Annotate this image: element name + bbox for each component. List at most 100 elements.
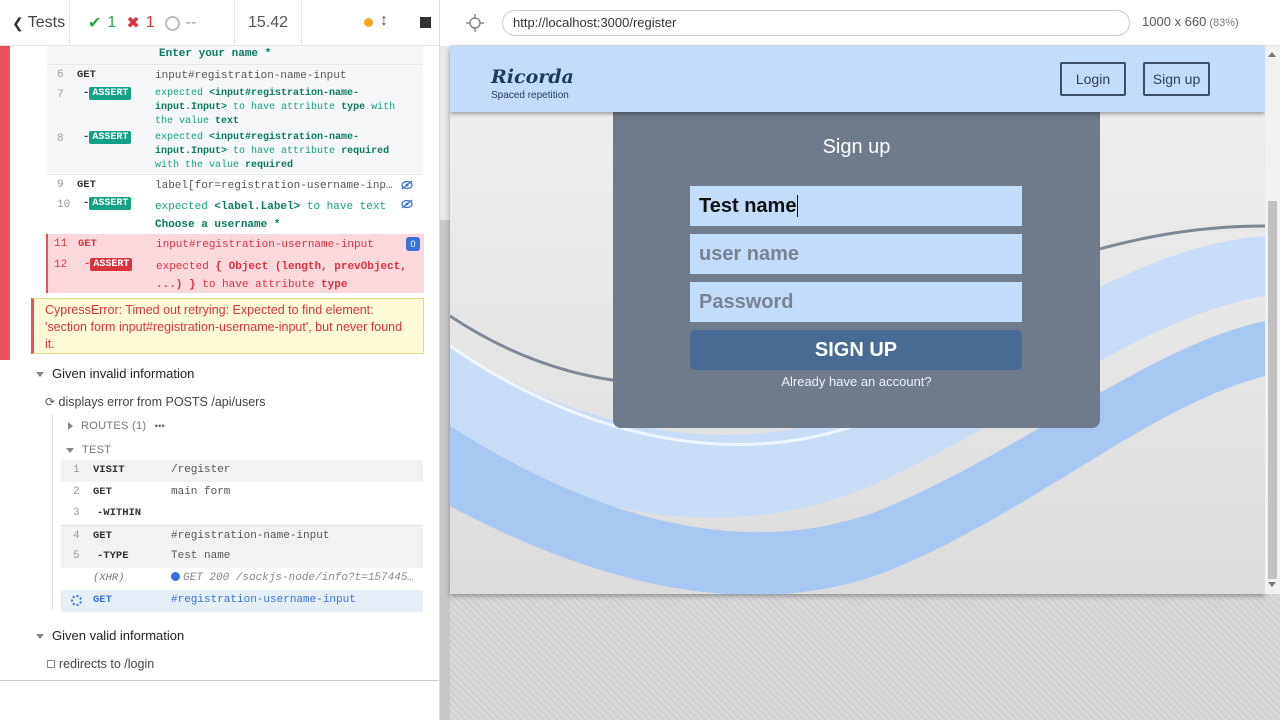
command-row[interactable]: 1 VISIT /register <box>61 460 423 482</box>
command-row[interactable]: 8 - ASSERT expected <input#registration-n… <box>47 129 423 173</box>
command-row[interactable]: 4 GET #registration-name-input <box>61 525 423 547</box>
login-button[interactable]: Login <box>1060 62 1126 96</box>
test-title: redirects to /login <box>59 657 155 671</box>
aut-header: http://localhost:3000/register 1000 x 66… <box>450 0 1280 46</box>
label-text: Enter your name * <box>159 48 272 60</box>
failed-count: 1 <box>145 14 155 31</box>
viewport-size[interactable]: 1000 x 660 (83%) <box>1142 14 1239 29</box>
command-row[interactable]: (XHR) GET 200 /sockjs-node/info?t=157445… <box>61 568 423 590</box>
assert-badge: ASSERT <box>90 258 133 271</box>
msg-part: to have attribute <box>233 146 336 157</box>
stats: ✔ 1 ✖ 1 -- <box>70 0 234 46</box>
signup-card: Sign up Test name user name Password SIG… <box>613 112 1100 428</box>
scroll-arrows-icon[interactable]: ↕ <box>380 12 388 30</box>
command-number: 8 <box>57 133 64 145</box>
command-message: input#registration-name-input <box>155 70 347 82</box>
command-name: GET <box>78 238 97 250</box>
app-logo[interactable]: Ricorda <box>491 66 574 88</box>
name-input[interactable]: Test name <box>690 186 1022 226</box>
command-row[interactable]: 3 -WITHIN <box>61 503 423 525</box>
command-row[interactable]: 6 GET input#registration-name-input <box>47 64 423 85</box>
command-row[interactable]: 9 GET label[for=registration-username-in… <box>47 174 423 194</box>
refresh-icon: ⟳ <box>45 395 56 409</box>
test-pending[interactable]: redirects to /login <box>47 657 154 671</box>
command-row[interactable]: 10 - ASSERT expected <label.Label> to hav… <box>47 194 423 232</box>
runner-controls: ↕ <box>302 0 439 46</box>
tree-line <box>52 414 53 610</box>
pending-count: -- <box>185 14 197 31</box>
app-frame-scrollbar-thumb[interactable] <box>1268 201 1277 579</box>
command-number: 5 <box>73 550 80 562</box>
suite-valid[interactable]: Given valid information <box>36 628 184 643</box>
test-section-toggle[interactable]: TEST <box>66 444 111 456</box>
suite-invalid[interactable]: Given invalid information <box>36 366 194 381</box>
msg-part: expected <box>155 132 204 143</box>
routes-label: ROUTES (1) <box>81 420 147 432</box>
command-message: label[for=registration-username-inp… <box>155 180 393 192</box>
command-message: input#registration-username-input <box>156 239 374 251</box>
command-message: expected <input#registration-name-input.… <box>155 87 409 129</box>
status-dot-icon <box>171 572 180 581</box>
command-name: VISIT <box>93 464 125 476</box>
stop-icon[interactable] <box>420 17 431 28</box>
passed-count: 1 <box>107 14 117 31</box>
command-message: expected <input#registration-name-input.… <box>155 131 409 173</box>
command-number: 1 <box>73 464 80 476</box>
msg-value: type <box>341 102 366 113</box>
assert-badge: ASSERT <box>89 87 132 100</box>
text-cursor <box>797 195 799 217</box>
log-continuation: Enter your name * <box>47 46 423 64</box>
app-frame: Ricorda Spaced repetition Login Sign up … <box>450 46 1265 594</box>
check-icon: ✔ <box>88 15 102 32</box>
failed-test-indicator <box>0 46 10 360</box>
chevron-left-icon: ❮ <box>12 14 24 31</box>
command-name: GET <box>93 594 112 606</box>
scroll-down-icon[interactable] <box>1268 582 1276 587</box>
command-row[interactable]: 7 - ASSERT expected <input#registration-n… <box>47 85 423 129</box>
msg-part: expected <box>156 261 209 273</box>
error-message[interactable]: CypressError: Timed out retrying: Expect… <box>31 298 424 354</box>
reporter-scrollbar-thumb[interactable] <box>440 220 450 720</box>
command-name: GET <box>77 69 96 81</box>
command-number: 9 <box>57 179 64 191</box>
app-frame-scrollbar[interactable] <box>1265 46 1280 594</box>
already-account-link[interactable]: Already have an account? <box>613 374 1100 389</box>
command-message: main form <box>171 486 231 498</box>
command-row[interactable]: 11 GET input#registration-username-input… <box>48 234 424 254</box>
selector-playground-icon[interactable] <box>466 14 484 32</box>
command-row-active[interactable]: GET #registration-username-input <box>61 590 423 612</box>
signup-submit-button[interactable]: SIGN UP <box>690 330 1022 370</box>
eye-slash-icon <box>401 199 413 209</box>
routes-toggle[interactable]: ROUTES (1) ••• <box>68 420 165 432</box>
command-number: 7 <box>57 89 64 101</box>
msg-part: to have attribute <box>202 279 315 291</box>
failed-stat: ✖ 1 <box>126 13 154 33</box>
tests-back-button[interactable]: ❮ Tests <box>0 0 70 46</box>
command-name: (XHR) <box>93 572 125 584</box>
signup-nav-button[interactable]: Sign up <box>1143 62 1210 96</box>
passed-stat: ✔ 1 <box>88 13 116 33</box>
auto-scroll-dot-icon[interactable] <box>364 18 373 27</box>
aut-stage: Ricorda Spaced repetition Login Sign up … <box>450 46 1280 720</box>
suite-title: Given valid information <box>52 628 185 643</box>
aut-panel: http://localhost:3000/register 1000 x 66… <box>450 0 1280 720</box>
command-message: GET 200 /sockjs-node/info?t=157445… <box>171 572 417 584</box>
msg-part: expected <box>155 201 208 213</box>
command-name: GET <box>93 530 112 542</box>
pending-stat: -- <box>164 14 197 32</box>
command-number: 11 <box>54 238 68 250</box>
command-row[interactable]: 5 -TYPE Test name <box>61 546 423 568</box>
command-row[interactable]: 12 - ASSERT expected { Object (length, pr… <box>48 254 424 292</box>
url-bar[interactable]: http://localhost:3000/register <box>502 10 1130 36</box>
caret-right-icon <box>68 422 73 431</box>
test-running[interactable]: ⟳ displays error from POSTS /api/users <box>45 395 266 409</box>
scroll-up-icon[interactable] <box>1268 52 1276 57</box>
password-input[interactable]: Password <box>690 282 1022 322</box>
command-number: 2 <box>73 486 80 498</box>
command-message: /register <box>171 464 231 476</box>
command-number: 6 <box>57 69 64 81</box>
username-input[interactable]: user name <box>690 234 1022 274</box>
msg-value: required <box>341 146 390 157</box>
viewport-scale: (83%) <box>1209 17 1239 29</box>
command-row[interactable]: 2 GET main form <box>61 482 423 504</box>
